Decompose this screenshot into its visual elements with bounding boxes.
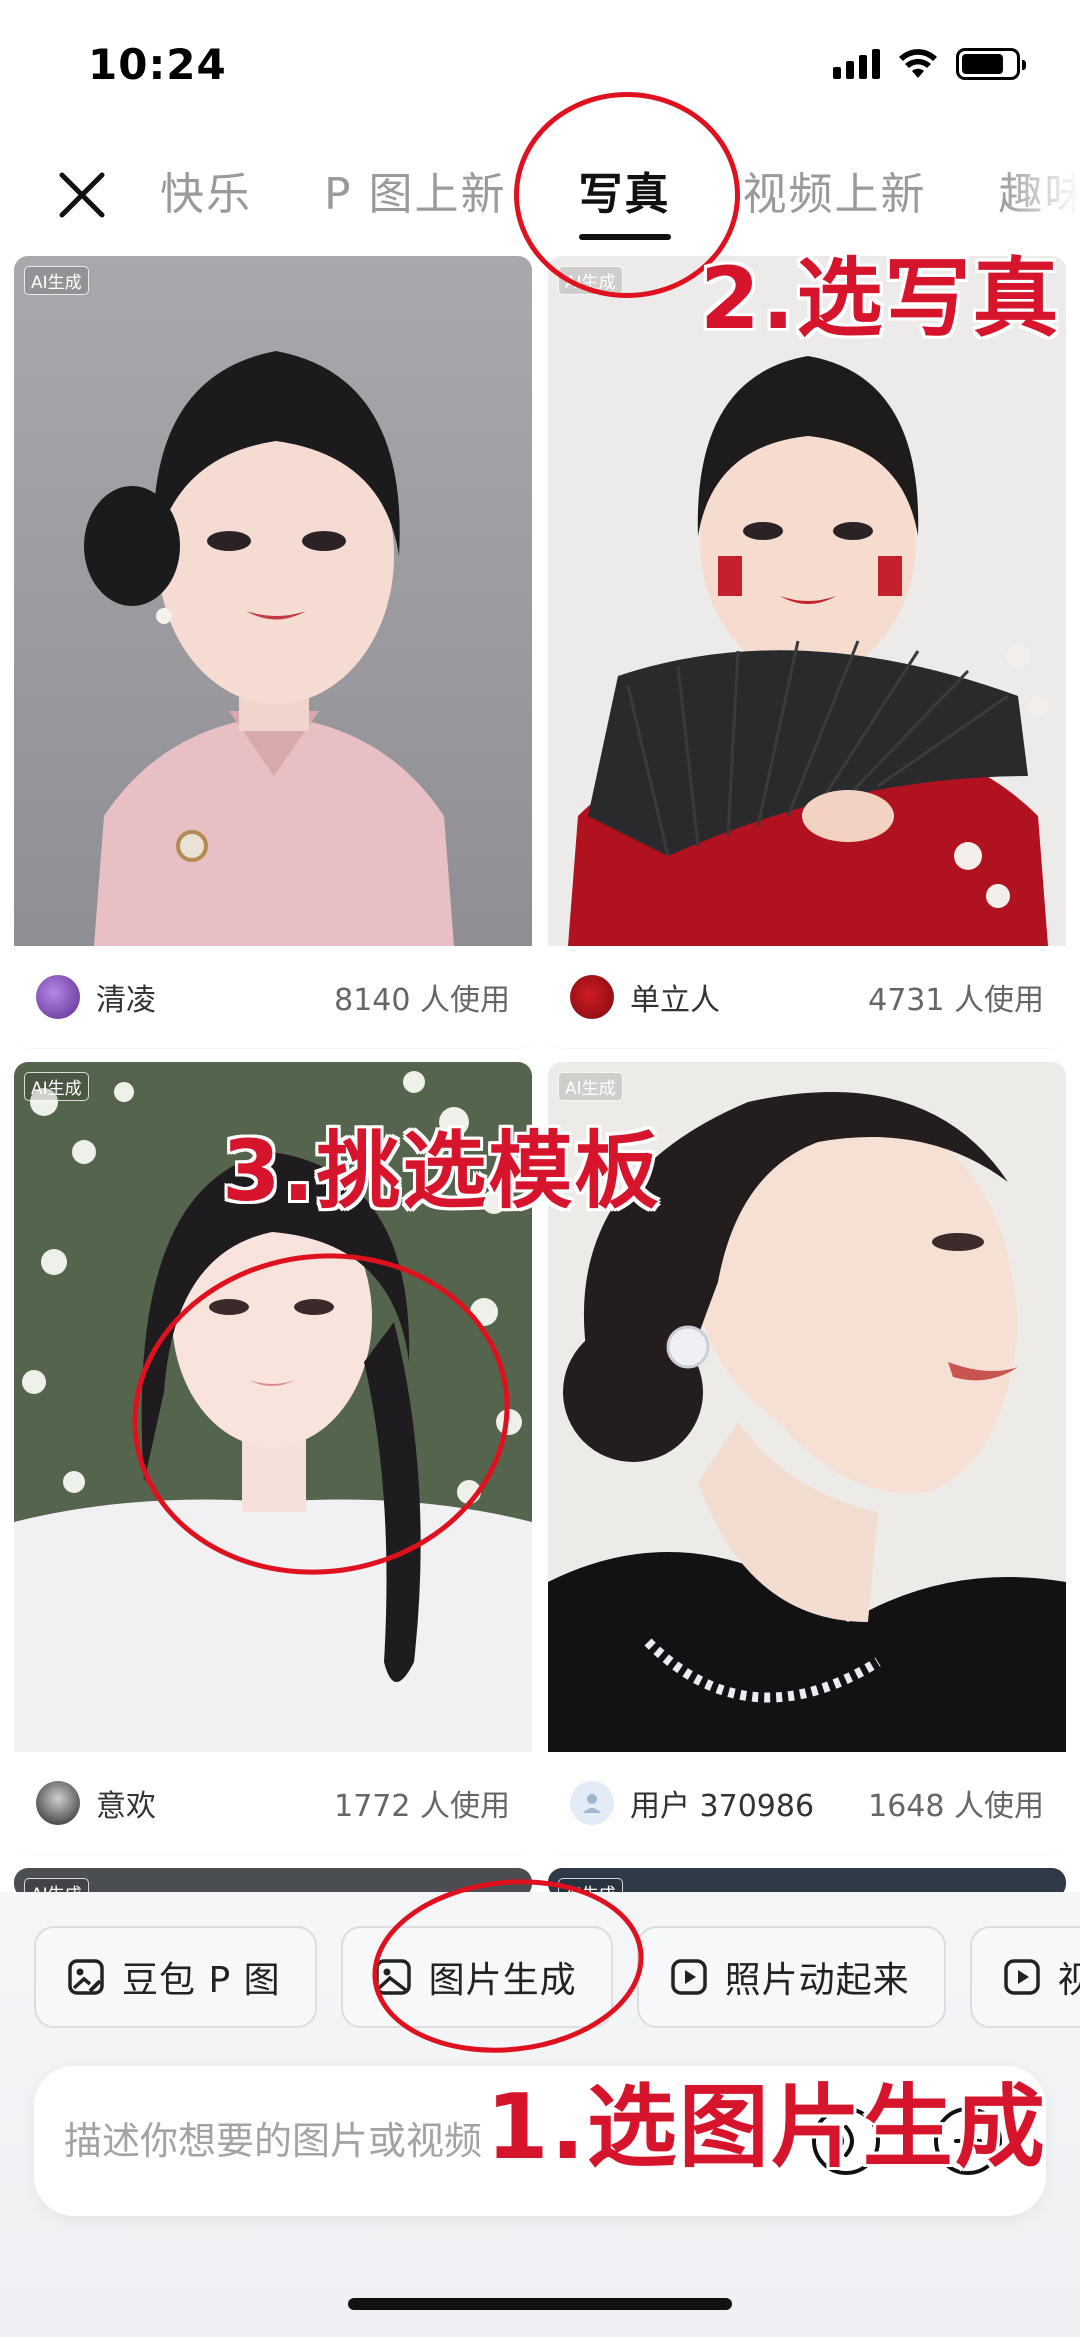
author-name: 用户 370986 [630,1789,815,1824]
user-icon [583,1794,601,1813]
ai-generated-badge: AI生成 [558,1072,623,1101]
card-footer: 用户 370986 1648 人使用 [548,1752,1066,1854]
status-icons [833,48,1026,80]
usage-count: 1648 人使用 [868,1789,1044,1824]
annotation-step2: 2.选写真 [700,249,1061,349]
chip-doubao-p-tu[interactable]: 豆包 P 图 [34,1926,317,2028]
avatar [570,975,614,1019]
play-icon [670,1959,707,1995]
chip-animate-photo[interactable]: 照片动起来 [636,1926,946,2028]
card-footer: 清凌 8140 人使用 [14,946,532,1048]
annotation-step1: 1.选图片生成 [486,2075,1047,2180]
ai-generated-badge: AI生成 [24,266,89,295]
template-card[interactable]: AI生成 单立人 4731 人使用 [548,256,1066,1048]
chip-video[interactable]: 视 [969,1926,1080,2028]
tab-kuaile[interactable]: 快乐 [160,140,252,250]
battery-icon [956,48,1026,80]
usage-count: 8140 人使用 [334,983,510,1018]
cellular-signal-icon [833,49,880,79]
home-indicator [348,2298,732,2310]
image-edit-icon [68,1959,104,1995]
template-image: AI生成 [14,256,532,946]
template-image: AI生成 [548,256,1066,946]
author-name: 清凌 [96,983,156,1018]
card-footer: 单立人 4731 人使用 [548,946,1066,1048]
chip-label: 豆包 P 图 [122,1960,281,2001]
avatar [36,1781,80,1825]
annotation-step3: 3.挑选模板 [222,1122,661,1220]
close-icon[interactable] [52,165,112,225]
card-footer: 意欢 1772 人使用 [14,1752,532,1854]
chip-label: 照片动起来 [724,1960,910,2001]
usage-count: 1772 人使用 [334,1789,510,1824]
ai-generated-badge: AI生成 [24,1072,89,1101]
wifi-icon [899,49,937,78]
avatar [36,975,80,1019]
template-card[interactable]: AI生成 清凌 8140 人使用 [14,256,532,1048]
play-icon [1003,1959,1040,1995]
status-time: 10:24 [88,40,227,89]
author-name: 意欢 [96,1789,156,1824]
author-name: 单立人 [630,983,720,1018]
avatar [570,1781,614,1825]
chip-label: 视 [1057,1960,1080,2001]
status-bar: 10:24 [0,0,1080,130]
tab-p-tu-shangxin[interactable]: P 图上新 [324,140,507,250]
usage-count: 4731 人使用 [868,983,1044,1018]
